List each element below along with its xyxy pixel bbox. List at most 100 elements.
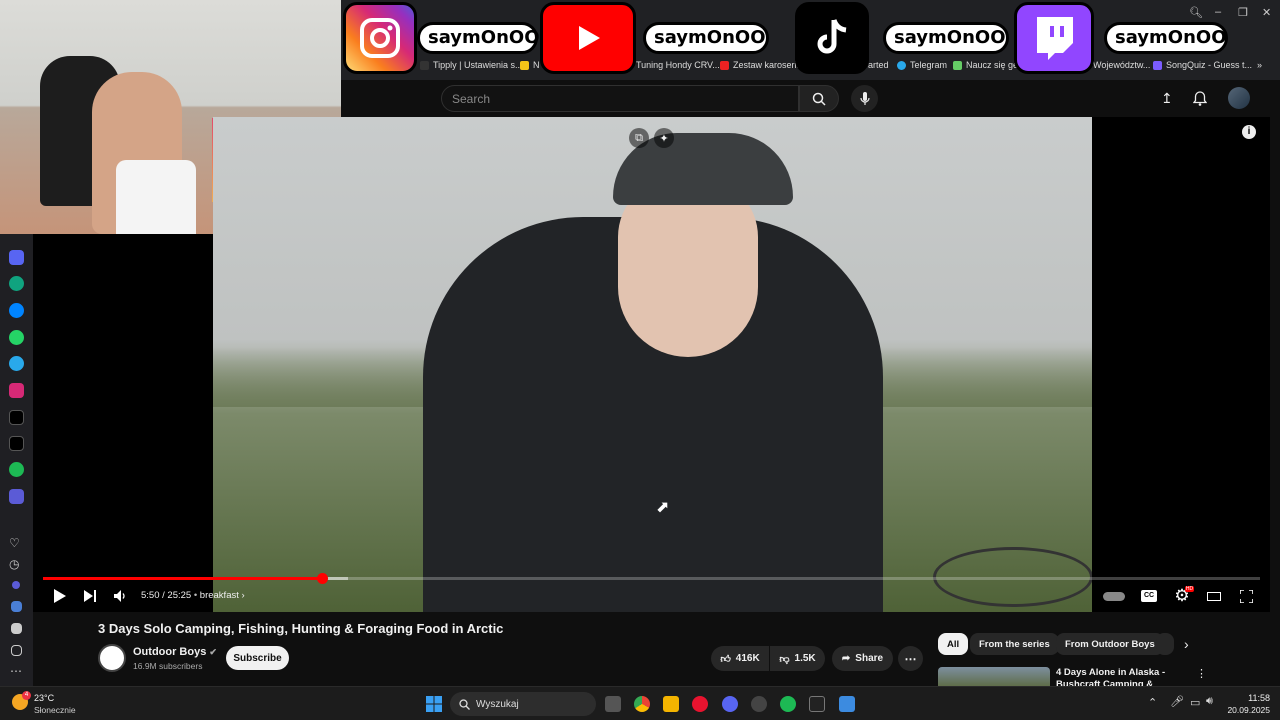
- dislike-button[interactable]: 👎︎ 1.5K: [770, 646, 825, 671]
- twitch-icon[interactable]: [9, 489, 24, 504]
- history-icon[interactable]: ◷: [9, 557, 19, 571]
- bookmark-item[interactable]: arted: [868, 60, 889, 70]
- share-button[interactable]: ➦ Share: [832, 646, 893, 671]
- bookmark-item[interactable]: Naucz się ge: [953, 60, 1018, 70]
- toggle-icon: [1103, 591, 1125, 601]
- bookmark-item[interactable]: Tuning Hondy CRV...: [636, 60, 720, 70]
- skip-next-icon: [84, 590, 96, 602]
- notifications-icon[interactable]: [1193, 91, 1207, 106]
- opera-gx-icon[interactable]: [692, 696, 708, 712]
- file-explorer-icon[interactable]: [663, 696, 679, 712]
- bookmark-favicon-icon: [953, 60, 962, 70]
- next-button[interactable]: [82, 586, 98, 606]
- channel-avatar[interactable]: [98, 644, 126, 672]
- tray-chevron-icon[interactable]: ⌃: [1148, 696, 1157, 709]
- tabs-icon[interactable]: [11, 645, 22, 656]
- twitch-icon: [1014, 2, 1094, 74]
- restore-icon[interactable]: ❐: [1238, 6, 1248, 19]
- more-icon: ⋯: [904, 651, 917, 666]
- whatsapp-icon[interactable]: [9, 330, 24, 345]
- kebab-menu-icon[interactable]: ⋮: [1196, 667, 1207, 680]
- instagram-icon: [343, 2, 417, 74]
- more-actions-button[interactable]: ⋯: [898, 646, 923, 671]
- close-icon[interactable]: ✕: [1262, 6, 1271, 19]
- mute-button[interactable]: [112, 586, 128, 606]
- instagram-icon[interactable]: [9, 383, 24, 398]
- tiktok-icon: [795, 2, 869, 74]
- epic-games-icon[interactable]: [809, 696, 825, 712]
- windows-start-icon[interactable]: [426, 696, 442, 712]
- miniplayer-icon[interactable]: ⧉: [629, 128, 649, 148]
- tiktok-icon[interactable]: [9, 410, 24, 425]
- bookmarks-more-icon[interactable]: »: [1257, 60, 1262, 70]
- upload-icon[interactable]: ↥: [1161, 90, 1173, 107]
- captions-button[interactable]: CC: [1140, 586, 1158, 606]
- chapter-label[interactable]: breakfast: [200, 590, 239, 601]
- hd-badge: HD: [1185, 586, 1194, 592]
- bookmark-favicon-icon: [420, 60, 429, 70]
- chevron-right-icon[interactable]: ›: [1184, 636, 1189, 652]
- video-frame[interactable]: ⧉ ✦ ⬈: [213, 117, 1092, 612]
- play-button[interactable]: [50, 586, 68, 606]
- chip-all[interactable]: All: [938, 633, 969, 655]
- sparkle-icon[interactable]: ✦: [654, 128, 674, 148]
- chip-partial[interactable]: [1156, 633, 1174, 655]
- telegram-icon[interactable]: [9, 356, 24, 371]
- bookmark-item[interactable]: SongQuiz - Guess t...: [1153, 60, 1252, 70]
- search-icon: [459, 698, 470, 710]
- volume-icon[interactable]: 🔊︎: [1206, 695, 1213, 708]
- account-avatar[interactable]: [1228, 87, 1250, 109]
- subscribe-button[interactable]: Subscribe: [226, 646, 289, 670]
- search-input[interactable]: Search: [441, 85, 799, 112]
- x-icon[interactable]: [9, 436, 24, 451]
- notes-icon[interactable]: [11, 623, 22, 634]
- steam-icon[interactable]: [751, 696, 767, 712]
- autoplay-toggle[interactable]: [1102, 586, 1126, 606]
- fullscreen-button[interactable]: [1237, 586, 1255, 606]
- recommendation-thumbnail[interactable]: [938, 667, 1050, 687]
- weather-description: Słonecznie: [34, 705, 76, 715]
- search-icon: [812, 92, 826, 106]
- search-button[interactable]: [799, 85, 839, 112]
- voice-search-button[interactable]: [851, 85, 878, 112]
- extension-icon[interactable]: [12, 581, 20, 589]
- mic-icon[interactable]: 🎤︎: [1170, 695, 1184, 708]
- clock-date[interactable]: 20.09.2025: [1222, 705, 1270, 715]
- telegram-icon: [897, 60, 906, 70]
- discord-icon[interactable]: [722, 696, 738, 712]
- bookmark-item[interactable]: N: [520, 60, 540, 70]
- chip-from-channel[interactable]: From Outdoor Boys: [1056, 633, 1164, 655]
- arc-icon[interactable]: [9, 250, 24, 265]
- social-handle: saymOnOO: [643, 22, 769, 54]
- time-display: 5:50 / 25:25: [141, 590, 192, 601]
- bookmark-item[interactable]: Województw...: [1093, 60, 1150, 70]
- minimize-icon[interactable]: –: [1215, 6, 1221, 18]
- wallet-icon[interactable]: [11, 601, 22, 612]
- taskbar-search[interactable]: Wyszukaj: [450, 692, 596, 716]
- social-handle: saymOnOO: [417, 22, 540, 54]
- progress-played: [43, 577, 323, 580]
- info-icon[interactable]: i: [1242, 125, 1256, 139]
- spotify-icon[interactable]: [9, 462, 24, 477]
- bookmark-item[interactable]: Tipply | Ustawienia s...: [420, 60, 523, 70]
- theater-mode-button[interactable]: [1205, 586, 1223, 606]
- clock-time[interactable]: 11:58: [1238, 693, 1270, 703]
- bookmark-item[interactable]: Zestaw karoserii: [720, 60, 799, 70]
- channel-name[interactable]: Outdoor Boys ✔: [133, 646, 217, 658]
- like-button[interactable]: 👍︎ 416K: [711, 646, 769, 671]
- notepad-icon[interactable]: [839, 696, 855, 712]
- bookmark-item[interactable]: Telegram: [897, 60, 947, 70]
- task-view-icon[interactable]: [605, 696, 621, 712]
- chrome-icon[interactable]: [634, 696, 650, 712]
- bookmark-favicon-icon: [1153, 60, 1162, 70]
- spotify-icon[interactable]: [780, 696, 796, 712]
- network-icon[interactable]: ▭: [1190, 696, 1200, 709]
- chip-from-series[interactable]: From the series: [970, 633, 1059, 655]
- more-icon[interactable]: ⋯: [10, 664, 22, 678]
- chatgpt-icon[interactable]: [9, 276, 24, 291]
- heart-icon[interactable]: ♡: [9, 536, 20, 550]
- search-tabs-icon[interactable]: 🔍︎: [1189, 6, 1203, 19]
- subscriber-count: 16.9M subscribers: [133, 661, 203, 671]
- video-title: 3 Days Solo Camping, Fishing, Hunting & …: [98, 621, 504, 636]
- messenger-icon[interactable]: [9, 303, 24, 318]
